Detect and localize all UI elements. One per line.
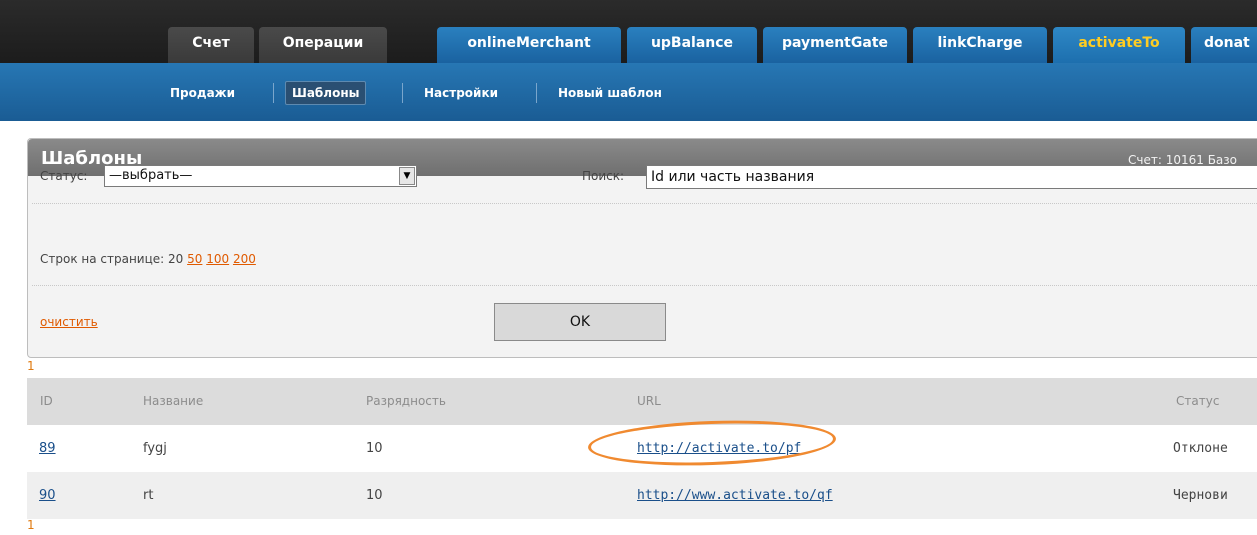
row-digits: 10 (366, 441, 383, 456)
tab-link-charge[interactable]: linkCharge (913, 27, 1047, 63)
tab-donat[interactable]: donat (1191, 27, 1257, 63)
row-name: rt (143, 488, 154, 503)
row-id-link[interactable]: 90 (39, 488, 56, 503)
row-status: Чернови (1173, 488, 1228, 503)
column-header-name: Название (143, 394, 204, 408)
tab-account[interactable]: Счет (168, 27, 254, 63)
subnav-separator (402, 83, 403, 103)
tab-operations[interactable]: Операции (259, 27, 387, 63)
column-header-status: Статус (1176, 394, 1220, 408)
sub-nav-bar: Продажи Шаблоны Настройки Новый шаблон (0, 63, 1257, 121)
tab-payment-gate[interactable]: paymentGate (763, 27, 907, 63)
subnav-separator (273, 83, 274, 103)
pagination-current[interactable]: 1 (27, 359, 35, 373)
table-row: 89 fygj 10 http://activate.to/pf Отклоне (27, 425, 1257, 473)
clear-link[interactable]: очистить (40, 315, 98, 329)
row-id-link[interactable]: 89 (39, 441, 56, 456)
table-header: ID Название Разрядность URL Статус (27, 378, 1257, 425)
rows-option-100[interactable]: 100 (206, 252, 229, 266)
status-select-value: —выбрать— (109, 168, 193, 183)
tab-activate-to[interactable]: activateTo (1053, 27, 1185, 63)
rows-option-200[interactable]: 200 (233, 252, 256, 266)
chevron-down-icon[interactable]: ▼ (399, 167, 415, 185)
column-header-url: URL (637, 394, 661, 408)
pagination-current-bottom[interactable]: 1 (27, 518, 35, 532)
subnav-templates[interactable]: Шаблоны (285, 81, 367, 105)
search-input[interactable] (646, 165, 1257, 189)
column-header-id: ID (40, 394, 53, 408)
row-url-link[interactable]: http://www.activate.to/qf (637, 488, 833, 503)
subnav-sales[interactable]: Продажи (164, 82, 241, 104)
status-select[interactable]: —выбрать— ▼ (104, 165, 417, 187)
search-label: Поиск: (582, 169, 625, 183)
subnav-separator (536, 83, 537, 103)
rows-per-page: Строк на странице: 20 50 100 200 (40, 252, 256, 266)
row-url-link[interactable]: http://activate.to/pf (637, 441, 801, 456)
row-digits: 10 (366, 488, 383, 503)
divider (32, 203, 1257, 204)
table-row: 90 rt 10 http://www.activate.to/qf Черно… (27, 472, 1257, 519)
status-label: Статус: (40, 169, 88, 183)
subnav-settings[interactable]: Настройки (418, 82, 504, 104)
divider (32, 285, 1257, 286)
tab-up-balance[interactable]: upBalance (627, 27, 757, 63)
rows-option-50[interactable]: 50 (187, 252, 202, 266)
rows-per-page-label: Строк на странице: 20 (40, 252, 184, 266)
column-header-digits: Разрядность (366, 394, 446, 408)
top-nav-bar: Счет Операции onlineMerchant upBalance p… (0, 0, 1257, 63)
row-status: Отклоне (1173, 441, 1228, 456)
ok-button[interactable]: OK (494, 303, 666, 341)
subnav-new-template[interactable]: Новый шаблон (552, 82, 668, 104)
tab-online-merchant[interactable]: onlineMerchant (437, 27, 621, 63)
row-name: fygj (143, 441, 167, 456)
